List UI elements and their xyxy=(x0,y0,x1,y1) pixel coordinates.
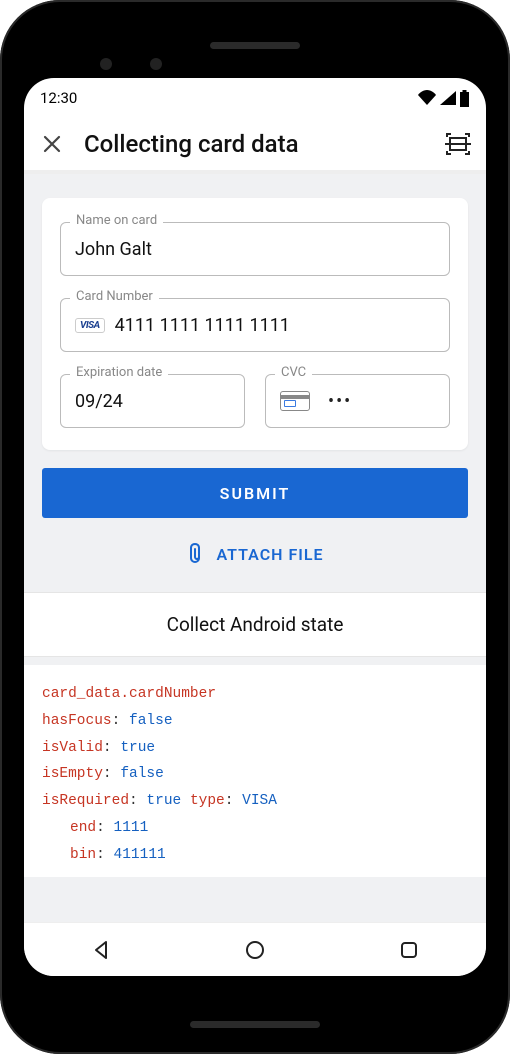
page-title: Collecting card data xyxy=(84,130,426,158)
card-number-input[interactable]: VISA 4111 1111 1111 1111 xyxy=(60,298,450,352)
end-key: end xyxy=(70,820,96,836)
overview-button[interactable] xyxy=(398,939,420,961)
app-bar: Collecting card data xyxy=(24,118,486,174)
card-number-value: 4111 1111 1111 1111 xyxy=(115,315,290,336)
is-empty-key: isEmpty xyxy=(42,766,103,782)
phone-frame: 12:30 Collecting card data xyxy=(0,0,510,1054)
is-required-val: true xyxy=(146,793,181,809)
type-key: type xyxy=(190,793,225,809)
back-icon xyxy=(90,939,112,961)
status-bar: 12:30 xyxy=(24,78,486,118)
card-number-field-wrap: Card Number VISA 4111 1111 1111 1111 xyxy=(60,298,450,352)
clock: 12:30 xyxy=(40,89,77,107)
type-val: VISA xyxy=(242,793,277,809)
cvc-input[interactable]: ••• xyxy=(265,374,450,428)
name-field-wrap: Name on card John Galt xyxy=(60,222,450,276)
attach-label: ATTACH FILE xyxy=(216,545,323,564)
scan-button[interactable] xyxy=(444,130,472,158)
bin-key: bin xyxy=(70,847,96,863)
expiry-value: 09/24 xyxy=(75,391,123,412)
speaker-top xyxy=(210,42,300,49)
expiry-field-wrap: Expiration date 09/24 xyxy=(60,374,245,428)
cvc-field-wrap: CVC ••• xyxy=(265,374,450,428)
name-input[interactable]: John Galt xyxy=(60,222,450,276)
status-icons xyxy=(417,90,470,107)
front-sensor xyxy=(150,58,162,70)
end-val: 1111 xyxy=(114,820,149,836)
submit-label: SUBMIT xyxy=(220,484,291,503)
paperclip-icon xyxy=(186,543,206,565)
signal-icon xyxy=(439,90,457,106)
close-button[interactable] xyxy=(38,130,66,158)
expiry-label: Expiration date xyxy=(70,365,168,380)
screen: 12:30 Collecting card data xyxy=(24,78,486,976)
scan-icon xyxy=(445,133,471,155)
bin-val: 411111 xyxy=(114,847,166,863)
is-empty-val: false xyxy=(120,766,164,782)
state-path: card_data.cardNumber xyxy=(42,686,216,702)
cvc-masked: ••• xyxy=(328,391,352,412)
battery-icon xyxy=(459,90,470,107)
is-required-key: isRequired xyxy=(42,793,129,809)
name-label: Name on card xyxy=(70,213,163,228)
home-button[interactable] xyxy=(244,939,266,961)
has-focus-val: false xyxy=(129,713,173,729)
name-value: John Galt xyxy=(75,239,152,260)
state-header: Collect Android state xyxy=(24,592,486,657)
overview-icon xyxy=(398,939,420,961)
cvc-label: CVC xyxy=(275,365,312,380)
expiry-input[interactable]: 09/24 xyxy=(60,374,245,428)
front-camera xyxy=(100,58,112,70)
card-brand-icon: VISA xyxy=(75,318,105,333)
close-icon xyxy=(42,134,62,154)
content: Name on card John Galt Card Number VISA … xyxy=(24,174,486,922)
attach-file-button[interactable]: ATTACH FILE xyxy=(42,534,468,574)
wifi-icon xyxy=(417,90,437,106)
home-icon xyxy=(244,939,266,961)
speaker-bottom xyxy=(190,1021,320,1028)
state-body: card_data.cardNumber hasFocus: false isV… xyxy=(24,665,486,877)
card-form: Name on card John Galt Card Number VISA … xyxy=(42,198,468,450)
is-valid-val: true xyxy=(120,740,155,756)
cvc-card-icon xyxy=(280,391,310,411)
card-number-label: Card Number xyxy=(70,289,159,304)
android-navbar xyxy=(24,922,486,976)
is-valid-key: isValid xyxy=(42,740,103,756)
back-button[interactable] xyxy=(90,939,112,961)
has-focus-key: hasFocus xyxy=(42,713,112,729)
submit-button[interactable]: SUBMIT xyxy=(42,468,468,518)
